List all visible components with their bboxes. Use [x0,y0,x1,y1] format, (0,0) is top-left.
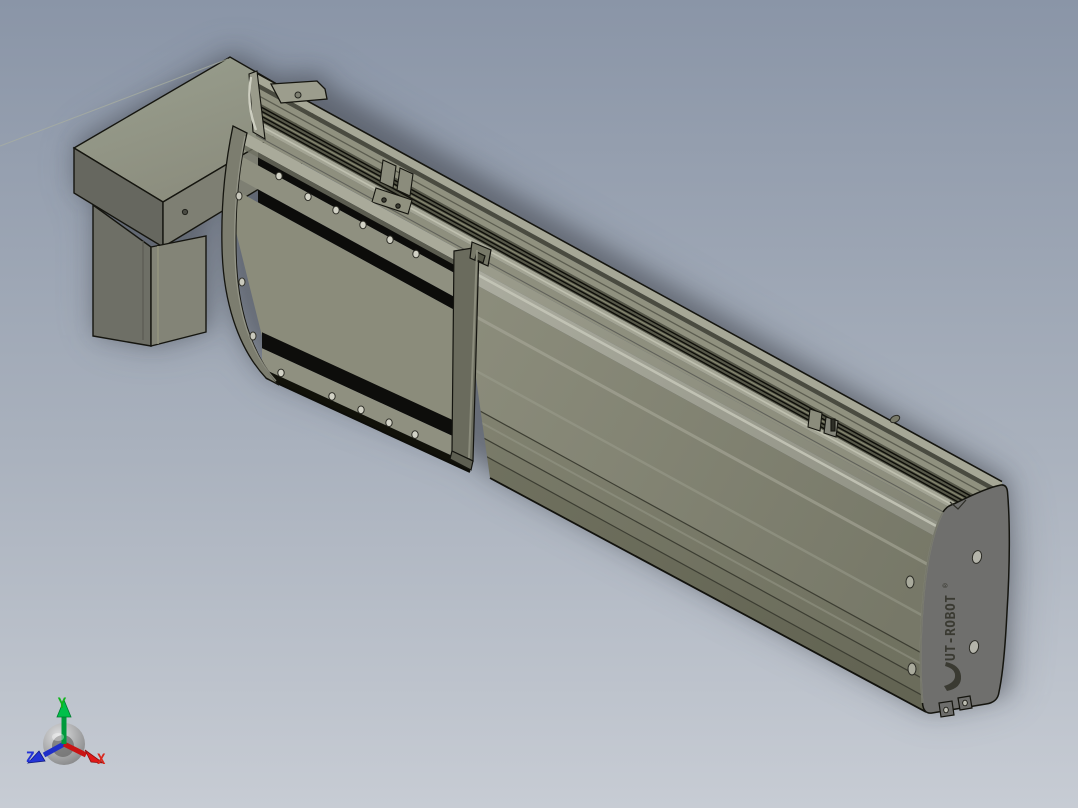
head-plate-screw [294,91,302,99]
body-screw-hole [905,575,915,589]
cad-viewport[interactable]: UT-ROBOT ® Y X Z [0,0,1078,808]
z-axis-label: Z [26,750,34,766]
body-screw-hole [907,662,917,676]
motor-housing-screw [181,208,189,216]
motor-body-right-face [150,235,207,347]
triad-sphere-highlight [52,733,64,741]
x-axis-label: X [97,752,106,768]
cad-stage: UT-ROBOT ® Y X Z [0,0,1078,808]
registered-mark: ® [941,583,950,588]
y-axis-label: Y [58,696,67,712]
brand-engraving: UT-ROBOT [944,594,959,661]
